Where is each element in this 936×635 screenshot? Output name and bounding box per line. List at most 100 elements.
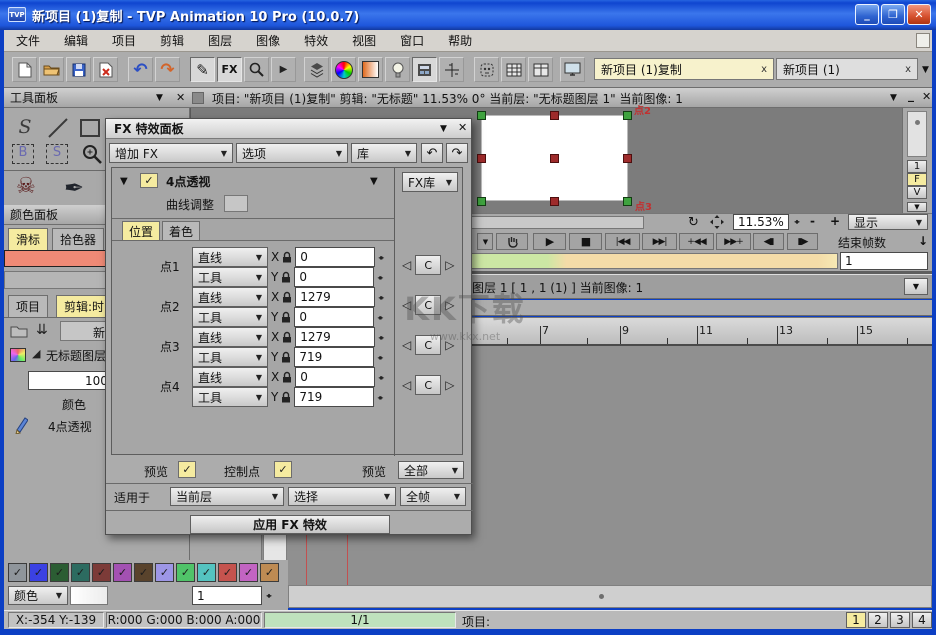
spinner-icon[interactable]: ◂▸ xyxy=(377,353,381,362)
point3-y-mode-dropdown[interactable]: 工具▼ xyxy=(192,347,268,367)
folder-icon[interactable] xyxy=(10,324,28,338)
spinner-icon[interactable]: ◂▸ xyxy=(377,313,381,322)
fx-expand-icon[interactable]: ▼ xyxy=(120,176,128,187)
perspective-handle-center[interactable] xyxy=(550,154,559,163)
child-window-icon[interactable] xyxy=(916,33,930,48)
spline-tool[interactable]: S xyxy=(12,116,38,142)
step-forward-button[interactable]: ▮▶ xyxy=(787,233,818,250)
color-swatch[interactable]: ✓ xyxy=(113,563,132,582)
next-key-button[interactable]: ▶▶+ xyxy=(716,233,751,250)
toolbar-zoom-button[interactable] xyxy=(244,57,269,82)
prev-c-icon[interactable]: ◁ xyxy=(402,258,411,272)
canvas-vscrollbar[interactable] xyxy=(907,111,927,157)
fx-library-button[interactable]: FX库▼ xyxy=(402,172,458,192)
library-dropdown[interactable]: 库▼ xyxy=(351,143,417,163)
fx-redo-button[interactable]: ↷ xyxy=(446,143,468,163)
toolbar-close-doc-button[interactable] xyxy=(93,57,118,82)
point4-y-mode-dropdown[interactable]: 工具▼ xyxy=(192,387,268,407)
point1-y-mode-dropdown[interactable]: 工具▼ xyxy=(192,267,268,287)
toolbar-gradient-button[interactable] xyxy=(358,57,383,82)
prev-c-icon[interactable]: ◁ xyxy=(402,378,411,392)
select-dropdown[interactable]: 选择▼ xyxy=(288,487,396,506)
add-fx-dropdown[interactable]: 增加 FX▼ xyxy=(109,143,233,163)
pan-view-icon[interactable] xyxy=(710,215,724,229)
zoom-level-input[interactable]: 11.53% xyxy=(733,214,789,230)
toolbar-head-button[interactable] xyxy=(474,57,499,82)
timeline-hscrollbar[interactable] xyxy=(288,585,932,608)
page-4-button[interactable]: 4 xyxy=(912,612,932,628)
end-frames-arrow-icon[interactable]: ↓ xyxy=(918,234,928,248)
point3-y-input[interactable]: 719 xyxy=(294,347,374,367)
toolbar-draw-tool-button[interactable]: ✎ xyxy=(190,57,215,82)
fx-panel-dialog[interactable]: FX 特效面板 ▼ ✕ 增加 FX▼ 选项▼ 库▼ ↶ ↷ ▼ ✓ 4点透视 ▼… xyxy=(105,118,472,535)
zoom-out-button[interactable]: - xyxy=(810,214,815,228)
prev-c-icon[interactable]: ◁ xyxy=(402,298,411,312)
point1-x-mode-dropdown[interactable]: 直线▼ xyxy=(192,247,268,267)
layer-expand-icon[interactable]: ◢ xyxy=(32,347,40,360)
perspective-handle-right[interactable] xyxy=(623,154,632,163)
close-button[interactable]: ✕ xyxy=(907,4,931,25)
lock-icon[interactable] xyxy=(282,331,292,343)
toolbar-grid-button[interactable] xyxy=(501,57,526,82)
tab-project[interactable]: 项目 xyxy=(8,295,48,317)
page-1-button[interactable]: 1 xyxy=(846,612,866,628)
color-swatch[interactable]: ✓ xyxy=(92,563,111,582)
point2-y-mode-dropdown[interactable]: 工具▼ xyxy=(192,307,268,327)
erase-skull-tool[interactable]: ☠ xyxy=(16,174,36,199)
toolbar-redo-button[interactable]: ↷ xyxy=(155,57,180,82)
color-swatch[interactable]: ✓ xyxy=(197,563,216,582)
perspective-handle-p1[interactable] xyxy=(477,111,486,120)
frames-dropdown[interactable]: 全帧▼ xyxy=(400,487,466,506)
project-close-icon[interactable]: ✕ xyxy=(922,90,931,103)
toolbar-light-button[interactable] xyxy=(385,57,410,82)
point2-y-input[interactable]: 0 xyxy=(294,307,374,327)
apply-layer-dropdown[interactable]: 当前层▼ xyxy=(170,487,284,506)
point2-x-input[interactable]: 1279 xyxy=(295,287,375,307)
next-c-icon[interactable]: ▷ xyxy=(445,378,454,392)
document-tab[interactable]: 新项目 (1) x xyxy=(776,58,918,80)
timeline-dropdown[interactable]: ▼ xyxy=(904,278,928,295)
color-swatch[interactable]: ✓ xyxy=(155,563,174,582)
view-1-button[interactable]: 1 xyxy=(907,160,927,173)
spinner-icon[interactable]: ◂▸ xyxy=(378,293,382,302)
point2-c-button[interactable]: C xyxy=(415,295,441,315)
toolbar-save-button[interactable] xyxy=(66,57,91,82)
menu-window[interactable]: 窗口 xyxy=(388,30,436,52)
layer-fx-entry[interactable]: 4点透视 xyxy=(48,418,92,435)
menu-project[interactable]: 项目 xyxy=(100,30,148,52)
lock-icon[interactable] xyxy=(281,351,291,363)
tab-picker[interactable]: 拾色器 xyxy=(52,228,104,250)
document-tab-active[interactable]: 新项目 (1)复制 x xyxy=(594,58,774,80)
lock-icon[interactable] xyxy=(282,291,292,303)
tab-close-icon[interactable]: x xyxy=(905,64,911,75)
menu-help[interactable]: 帮助 xyxy=(436,30,484,52)
point2-x-mode-dropdown[interactable]: 直线▼ xyxy=(192,287,268,307)
toolbar-new-button[interactable] xyxy=(12,57,37,82)
point4-y-input[interactable]: 719 xyxy=(294,387,374,407)
menu-layer[interactable]: 图层 xyxy=(196,30,244,52)
fx-menu-icon[interactable]: ▼ xyxy=(440,124,447,134)
tab-list-dropdown-icon[interactable]: ▼ xyxy=(922,65,929,75)
point1-x-input[interactable]: 0 xyxy=(295,247,375,267)
rotate-view-icon[interactable]: ↻ xyxy=(688,215,699,230)
stop-button[interactable]: ■ xyxy=(569,233,602,250)
tab-tint[interactable]: 着色 xyxy=(162,221,200,241)
lock-icon[interactable] xyxy=(281,391,291,403)
color-mode-dropdown[interactable]: 颜色▼ xyxy=(8,586,68,605)
toolbar-fx-button[interactable]: FX xyxy=(217,57,242,82)
step-back-button[interactable]: ◀▮ xyxy=(753,233,784,250)
color-swatch[interactable]: ✓ xyxy=(260,563,279,582)
point1-c-button[interactable]: C xyxy=(415,255,441,275)
spinner-icon[interactable]: ◂▸ xyxy=(378,333,382,342)
zoom-in-button[interactable]: + xyxy=(830,214,840,228)
lock-icon[interactable] xyxy=(282,251,292,263)
panel-menu-icon[interactable]: ▼ xyxy=(156,93,163,103)
toolbar-undo-button[interactable]: ↶ xyxy=(128,57,153,82)
spinner-icon[interactable]: ◂▸ xyxy=(377,393,381,402)
point4-c-button[interactable]: C xyxy=(415,375,441,395)
perspective-handle-left[interactable] xyxy=(477,154,486,163)
point4-x-mode-dropdown[interactable]: 直线▼ xyxy=(192,367,268,387)
control-points-checkbox[interactable]: ✓ xyxy=(274,461,292,478)
toolbar-splitview-button[interactable] xyxy=(528,57,553,82)
menu-file[interactable]: 文件 xyxy=(4,30,52,52)
